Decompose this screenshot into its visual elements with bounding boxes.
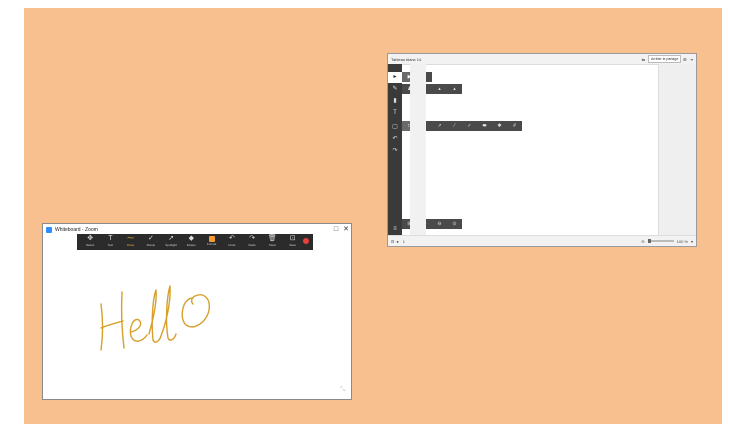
hello-handwriting-drawing [100, 285, 210, 351]
zoom-reset-icon[interactable]: ⊙ [447, 219, 462, 229]
grid-icon[interactable]: ⊞ [683, 57, 686, 62]
text-icon[interactable]: T [388, 108, 402, 119]
pointer-icon[interactable]: ▸ [388, 72, 402, 83]
tool-sidebar: ▸ ✎ ▮ T ▢ ↶ ↷ ≡ [388, 64, 402, 238]
pages-icon[interactable]: ⊟ [391, 239, 394, 244]
shape-icon[interactable]: ▢ [388, 122, 402, 133]
zoom-slider-knob[interactable] [647, 239, 651, 243]
zoom-slider[interactable] [647, 239, 674, 243]
zoom-whiteboard-window[interactable]: Whiteboard - Zoom □ ✕ ✥ Select T Text ⁓ … [42, 223, 352, 400]
hash-icon[interactable]: # [507, 121, 522, 131]
list-icon[interactable]: ≡ [388, 224, 402, 235]
zoom-out-small-icon[interactable]: ⊖ [641, 239, 644, 244]
arrow-icon[interactable]: ↗ [432, 121, 447, 131]
record-icon[interactable]: ● [396, 239, 398, 244]
resize-icon[interactable]: ⤡ [340, 387, 345, 394]
page-margin [410, 64, 426, 238]
redo-icon[interactable]: ↷ [388, 146, 402, 157]
zoom-dropdown-icon[interactable]: ▾ [691, 239, 693, 244]
right-panel [658, 64, 696, 238]
eraser-icon[interactable]: ▮ [388, 96, 402, 107]
stop-sharing-button[interactable]: Arrêter le partage [648, 55, 682, 63]
exit-icon[interactable]: ⇥ [690, 57, 693, 62]
ellipse-icon[interactable]: ⬬ [477, 121, 492, 131]
status-bar: ⊟ ● 1 ⊖ 100 % ▾ [388, 235, 696, 246]
check-icon[interactable]: ✓ [462, 121, 477, 131]
zoom-level: 100 % [676, 238, 688, 244]
whiteboard-titlebar: Tableau blanc 14 ⇆ Arrêter le partage ⊞ … [388, 54, 696, 65]
undo-icon[interactable]: ↶ [388, 134, 402, 145]
star-icon[interactable]: ✱ [492, 121, 507, 131]
brush-icon[interactable]: ▴ [432, 84, 447, 94]
whiteboard-title: Tableau blanc 14 [391, 56, 422, 62]
pen-icon[interactable]: ✎ [388, 84, 402, 95]
share-icon[interactable]: ⇆ [642, 57, 645, 62]
whiteboard-window[interactable]: Tableau blanc 14 ⇆ Arrêter le partage ⊞ … [387, 53, 697, 247]
line-icon[interactable]: ⁄ [447, 121, 462, 131]
zoom-out-icon[interactable]: ⊖ [432, 219, 447, 229]
pencil-icon[interactable]: ▴ [447, 84, 462, 94]
page-indicator: 1 [402, 238, 406, 244]
